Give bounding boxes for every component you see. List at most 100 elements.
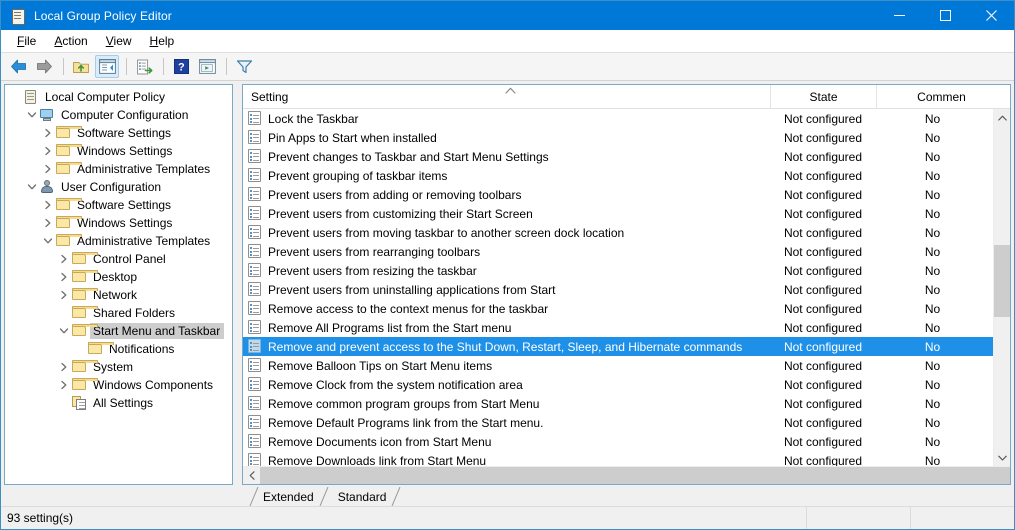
table-row[interactable]: Prevent users from uninstalling applicat… (243, 280, 993, 299)
chevron-down-icon[interactable] (25, 179, 39, 195)
menu-file[interactable]: File (8, 32, 45, 50)
chevron-right-icon[interactable] (41, 215, 55, 231)
tree-item-network[interactable]: Network (5, 286, 232, 304)
console-tree-pane[interactable]: Local Computer Policy Computer Configurat… (4, 84, 233, 485)
setting-name: Remove Default Programs link from the St… (268, 415, 544, 430)
tree-item-computer-configuration[interactable]: Computer Configuration (5, 106, 232, 124)
cell-comment: No (924, 415, 941, 430)
table-row[interactable]: Remove common program groups from Start … (243, 394, 993, 413)
table-row[interactable]: Prevent grouping of taskbar items Not con… (243, 166, 993, 185)
tree-item-user-configuration[interactable]: User Configuration (5, 178, 232, 196)
tree-item-windows-settings[interactable]: Windows Settings (5, 142, 232, 160)
setting-name: Remove access to the context menus for t… (268, 301, 549, 316)
table-row[interactable]: Remove and prevent access to the Shut Do… (243, 337, 993, 356)
tree-item-windows-components[interactable]: Windows Components (5, 376, 232, 394)
chevron-down-icon[interactable] (25, 107, 39, 123)
chevron-down-icon[interactable] (41, 233, 55, 249)
table-row[interactable]: Prevent users from customizing their Sta… (243, 204, 993, 223)
cell-state: Not configured (783, 244, 863, 259)
menu-view[interactable]: View (97, 32, 141, 50)
setting-name: Prevent grouping of taskbar items (268, 168, 448, 183)
tree-item-system[interactable]: System (5, 358, 232, 376)
table-row[interactable]: Remove access to the context menus for t… (243, 299, 993, 318)
console-tree-icon[interactable] (95, 55, 119, 78)
tree-expander-spacer (73, 341, 87, 357)
tab-extended[interactable]: Extended (249, 486, 329, 507)
scroll-down-button[interactable] (994, 449, 1010, 466)
chevron-right-icon[interactable] (57, 359, 71, 375)
help-question-icon[interactable]: ? (169, 55, 193, 78)
scrollbar-thumb[interactable] (994, 245, 1010, 317)
pane-splitter[interactable] (233, 84, 242, 485)
tab-standard[interactable]: Standard (324, 486, 401, 507)
tree-item-local-computer-policy[interactable]: Local Computer Policy (5, 88, 232, 106)
chevron-down-icon[interactable] (57, 323, 71, 339)
tree-item-control-panel[interactable]: Control Panel (5, 250, 232, 268)
tree-item-software-settings[interactable]: Software Settings (5, 196, 232, 214)
table-row[interactable]: Prevent users from moving taskbar to ano… (243, 223, 993, 242)
column-header-state[interactable]: State (770, 85, 876, 108)
table-row[interactable]: Remove Downloads link from Start Menu Not… (243, 451, 993, 466)
table-row[interactable]: Pin Apps to Start when installed Not conf… (243, 128, 993, 147)
tree-item-shared-folders[interactable]: Shared Folders (5, 304, 232, 322)
setting-name: Remove and prevent access to the Shut Do… (268, 339, 743, 354)
setting-name: Remove common program groups from Start … (268, 396, 540, 411)
chevron-right-icon[interactable] (57, 251, 71, 267)
cell-state: Not configured (783, 453, 863, 467)
folder-icon (55, 215, 82, 231)
tree-item-notifications[interactable]: Notifications (5, 340, 232, 358)
chevron-right-icon[interactable] (57, 377, 71, 393)
tab-extended-label: Extended (263, 489, 314, 504)
toolbar: ? (1, 53, 1014, 81)
table-row[interactable]: Remove Documents icon from Start Menu Not… (243, 432, 993, 451)
list-vertical-scrollbar[interactable] (993, 109, 1010, 466)
filter-funnel-icon[interactable] (232, 55, 256, 78)
minimize-button[interactable] (876, 1, 922, 30)
tree-item-desktop[interactable]: Desktop (5, 268, 232, 286)
table-row[interactable]: Prevent users from resizing the taskbar N… (243, 261, 993, 280)
properties-window-icon[interactable] (195, 55, 219, 78)
table-row[interactable]: Remove All Programs list from the Start … (243, 318, 993, 337)
table-row[interactable]: Prevent changes to Taskbar and Start Men… (243, 147, 993, 166)
toolbar-separator (126, 58, 127, 75)
horizontal-scroll-track[interactable] (260, 467, 1010, 484)
column-header-comment[interactable]: Commen (876, 85, 1010, 108)
folder-up-icon[interactable] (69, 55, 93, 78)
cell-setting: Remove Downloads link from Start Menu (243, 453, 770, 466)
policy-setting-icon (248, 225, 262, 240)
horizontal-scrollbar-thumb[interactable] (260, 467, 1010, 484)
tree-item-all-settings[interactable]: All Settings (5, 394, 232, 412)
tree-item-administrative-templates[interactable]: Administrative Templates (5, 232, 232, 250)
table-row[interactable]: Lock the Taskbar Not configured No (243, 109, 993, 128)
chevron-right-icon[interactable] (57, 269, 71, 285)
table-row[interactable]: Prevent users from rearranging toolbars N… (243, 242, 993, 261)
chevron-right-icon[interactable] (41, 161, 55, 177)
chevron-right-icon[interactable] (41, 125, 55, 141)
tree-item-start-menu-and-taskbar[interactable]: Start Menu and Taskbar (5, 322, 232, 340)
list-horizontal-scrollbar[interactable] (243, 466, 1010, 484)
menu-help[interactable]: Help (141, 32, 184, 50)
forward-button[interactable] (32, 55, 56, 78)
scroll-up-button[interactable] (994, 109, 1010, 126)
tree-item-administrative-templates[interactable]: Administrative Templates (5, 160, 232, 178)
menu-action[interactable]: Action (45, 32, 96, 50)
chevron-right-icon[interactable] (41, 197, 55, 213)
setting-name: Pin Apps to Start when installed (268, 130, 437, 145)
maximize-button[interactable] (922, 1, 968, 30)
table-row[interactable]: Remove Default Programs link from the St… (243, 413, 993, 432)
export-list-icon[interactable] (132, 55, 156, 78)
tree-item-windows-settings[interactable]: Windows Settings (5, 214, 232, 232)
table-row[interactable]: Remove Clock from the system notificatio… (243, 375, 993, 394)
table-row[interactable]: Prevent users from adding or removing to… (243, 185, 993, 204)
tree-item-label: Computer Configuration (61, 108, 189, 122)
chevron-right-icon[interactable] (41, 143, 55, 159)
scroll-left-button[interactable] (243, 467, 260, 484)
table-row[interactable]: Remove Balloon Tips on Start Menu items N… (243, 356, 993, 375)
chevron-right-icon[interactable] (57, 287, 71, 303)
tree-item-software-settings[interactable]: Software Settings (5, 124, 232, 142)
folder-icon (55, 233, 82, 249)
policy-setting-icon (248, 320, 262, 335)
back-button[interactable] (6, 55, 30, 78)
folder-icon (71, 359, 98, 375)
close-button[interactable] (968, 1, 1014, 30)
